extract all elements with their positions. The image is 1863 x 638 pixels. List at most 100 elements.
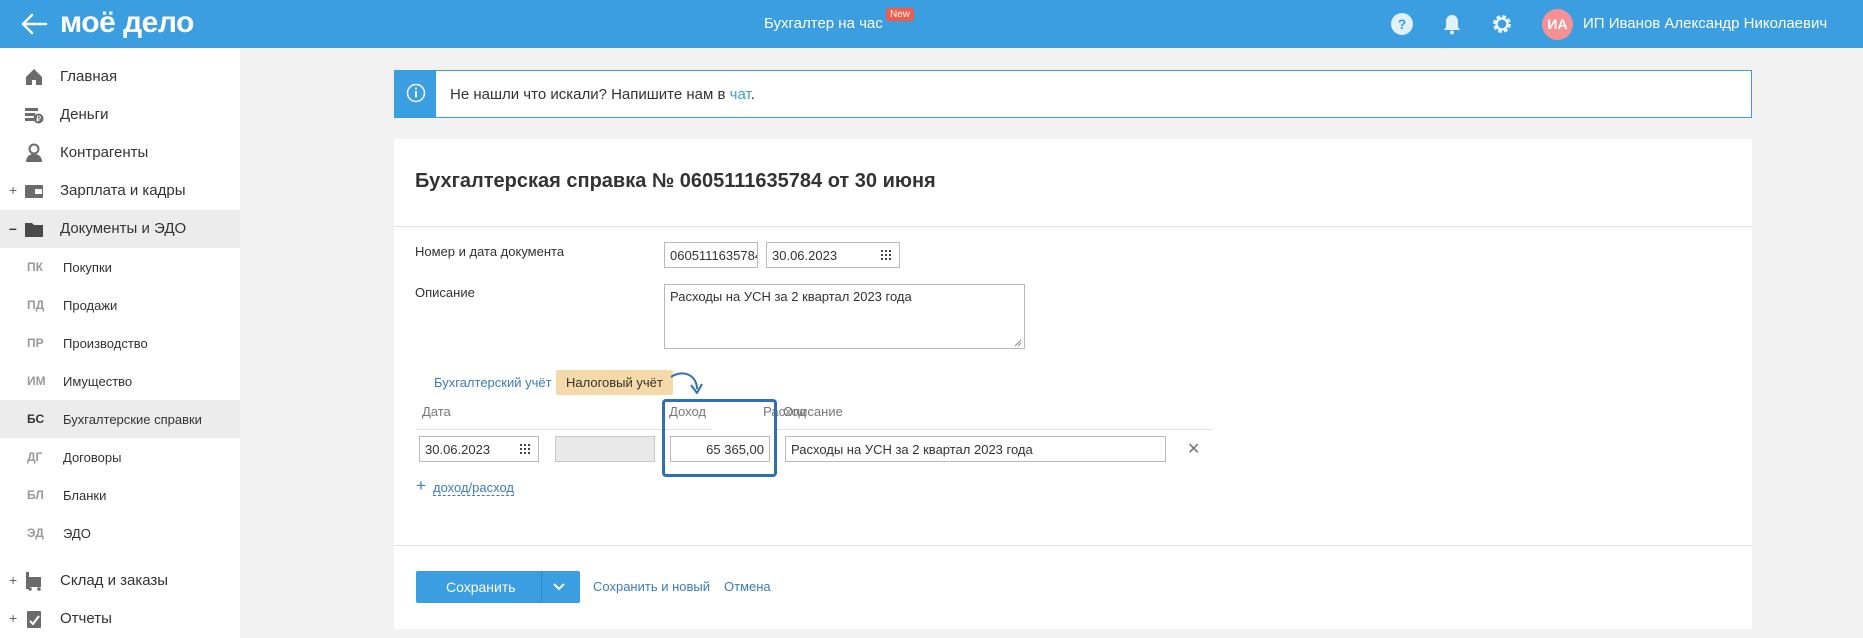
sidebar-subitem-accounting-statements[interactable]: БС Бухгалтерские справки	[0, 400, 240, 438]
expand-icon[interactable]: +	[9, 610, 17, 626]
sidebar-item-warehouse[interactable]: + Склад и заказы	[0, 562, 240, 600]
banner-text: Не нашли что искали? Напишите нам в чат.	[450, 86, 755, 103]
bell-icon[interactable]	[1440, 12, 1464, 36]
chevron-down-icon[interactable]	[552, 580, 566, 594]
svg-text:₽: ₽	[36, 115, 41, 124]
reports-icon	[27, 611, 41, 628]
sidebar-item-contractors[interactable]: Контрагенты	[0, 134, 240, 172]
sub-abbr: ПК	[27, 260, 43, 274]
sidebar-subitem-contracts[interactable]: ДГ Договоры	[0, 438, 240, 476]
save-button-label: Сохранить	[446, 579, 516, 595]
curved-arrow-icon	[670, 372, 703, 394]
new-badge: New	[886, 8, 915, 21]
sidebar-subitem-property[interactable]: ИМ Имущество	[0, 362, 240, 400]
info-banner: Не нашли что искали? Напишите нам в чат.	[394, 70, 1752, 118]
sidebar: Главная ₽ Деньги Контрагенты + Зарплата …	[0, 48, 240, 638]
info-icon	[406, 83, 426, 103]
row-date-value: 30.06.2023	[425, 442, 491, 457]
accountant-on-hour-link[interactable]: Бухгалтер на час	[764, 15, 883, 32]
sub-abbr: БС	[27, 412, 45, 426]
sidebar-item-label: Документы и ЭДО	[60, 220, 187, 237]
top-header: моё дело Бухгалтер на час New ? ИА ИП Ив…	[0, 0, 1863, 48]
divider	[394, 545, 1752, 546]
chat-link[interactable]: чат	[730, 86, 751, 103]
user-name[interactable]: ИП Иванов Александр Николаевич	[1583, 15, 1827, 32]
sub-label: ЭДО	[63, 526, 91, 541]
cancel-button[interactable]: Отмена	[724, 579, 771, 594]
sidebar-item-label: Деньги	[60, 106, 109, 123]
row-income-input	[555, 436, 655, 462]
gear-icon[interactable]	[1490, 12, 1514, 36]
calendar-icon[interactable]	[880, 249, 892, 261]
sidebar-item-label: Главная	[60, 68, 118, 85]
sub-label: Покупки	[63, 260, 112, 275]
sidebar-subitem-production[interactable]: ПР Производство	[0, 324, 240, 362]
sidebar-item-label: Отчеты	[60, 610, 112, 627]
sub-label: Бланки	[63, 488, 107, 503]
sidebar-item-money[interactable]: ₽ Деньги	[0, 96, 240, 134]
resize-handle-icon[interactable]	[1014, 339, 1022, 347]
wallet-icon	[25, 185, 43, 198]
header-line	[416, 429, 604, 430]
contractors-icon	[26, 143, 42, 162]
sub-label: Договоры	[63, 450, 122, 465]
column-header-description-text: Описание	[783, 404, 843, 419]
sub-label: Имущество	[63, 374, 133, 389]
logo[interactable]: моё дело	[60, 6, 194, 40]
sidebar-subitem-purchases[interactable]: ПК Покупки	[0, 248, 240, 286]
column-header-date: Дата	[422, 404, 451, 419]
document-number-input[interactable]: 0605111635784	[664, 242, 758, 268]
description-textarea[interactable]: Расходы на УСН за 2 квартал 2023 года	[664, 284, 1025, 349]
expand-icon[interactable]: +	[9, 572, 17, 588]
add-icon[interactable]: +	[416, 476, 426, 496]
svg-text:?: ?	[1398, 16, 1407, 32]
page-title: Бухгалтерская справка № 0605111635784 от…	[415, 170, 936, 192]
banner-suffix: .	[750, 86, 755, 103]
divider	[394, 226, 1752, 227]
back-arrow-icon[interactable]	[20, 12, 48, 36]
add-income-expense-link[interactable]: доход/расход	[433, 480, 515, 496]
expand-icon[interactable]: +	[9, 182, 17, 198]
help-icon[interactable]: ?	[1390, 12, 1414, 36]
sub-abbr: ДГ	[27, 450, 43, 464]
sub-label: Продажи	[63, 298, 118, 313]
document-date-input[interactable]: 30.06.2023	[766, 242, 900, 268]
sidebar-item-reports[interactable]: + Отчеты	[0, 600, 240, 638]
save-button-separator	[541, 571, 542, 603]
expense-highlight	[662, 399, 777, 477]
sub-label: Бухгалтерские справки	[63, 412, 202, 427]
sidebar-item-salary[interactable]: + Зарплата и кадры	[0, 172, 240, 210]
document-date-value: 30.06.2023	[772, 248, 838, 263]
tab-tax[interactable]: Налоговый учёт	[556, 370, 673, 395]
folder-icon	[25, 223, 43, 237]
remove-row-icon[interactable]: ✕	[1187, 439, 1200, 459]
info-icon-box	[395, 71, 436, 117]
sidebar-item-label: Контрагенты	[60, 144, 149, 161]
save-and-new-button[interactable]: Сохранить и новый	[593, 579, 710, 594]
number-date-label: Номер и дата документа	[415, 244, 565, 259]
collapse-icon[interactable]: –	[9, 220, 17, 236]
sub-abbr: ПР	[27, 336, 44, 350]
row-date-input[interactable]: 30.06.2023	[419, 436, 539, 462]
sub-abbr: ЭД	[27, 526, 44, 540]
money-icon: ₽	[25, 108, 44, 124]
tab-accounting[interactable]: Бухгалтерский учёт	[424, 370, 562, 395]
sub-abbr: ПД	[27, 298, 45, 312]
sub-abbr: БЛ	[27, 488, 44, 502]
home-icon	[26, 69, 42, 85]
document-card: Бухгалтерская справка № 0605111635784 от…	[394, 139, 1752, 629]
calendar-icon[interactable]	[519, 443, 531, 455]
sidebar-item-home[interactable]: Главная	[0, 58, 240, 96]
avatar[interactable]: ИА	[1542, 9, 1573, 40]
banner-message: Не нашли что искали? Напишите нам в	[450, 86, 730, 103]
sidebar-subitem-edo[interactable]: ЭД ЭДО	[0, 514, 240, 552]
sidebar-subitem-forms[interactable]: БЛ Бланки	[0, 476, 240, 514]
sidebar-item-label: Склад и заказы	[60, 572, 169, 589]
sidebar-item-documents[interactable]: – Документы и ЭДО	[0, 210, 240, 248]
row-description-input[interactable]: Расходы на УСН за 2 квартал 2023 года	[785, 436, 1166, 462]
sidebar-subitem-sales[interactable]: ПД Продажи	[0, 286, 240, 324]
warehouse-icon	[26, 572, 41, 591]
sub-abbr: ИМ	[27, 374, 46, 388]
sub-label: Производство	[63, 336, 148, 351]
save-button[interactable]: Сохранить	[416, 571, 580, 603]
